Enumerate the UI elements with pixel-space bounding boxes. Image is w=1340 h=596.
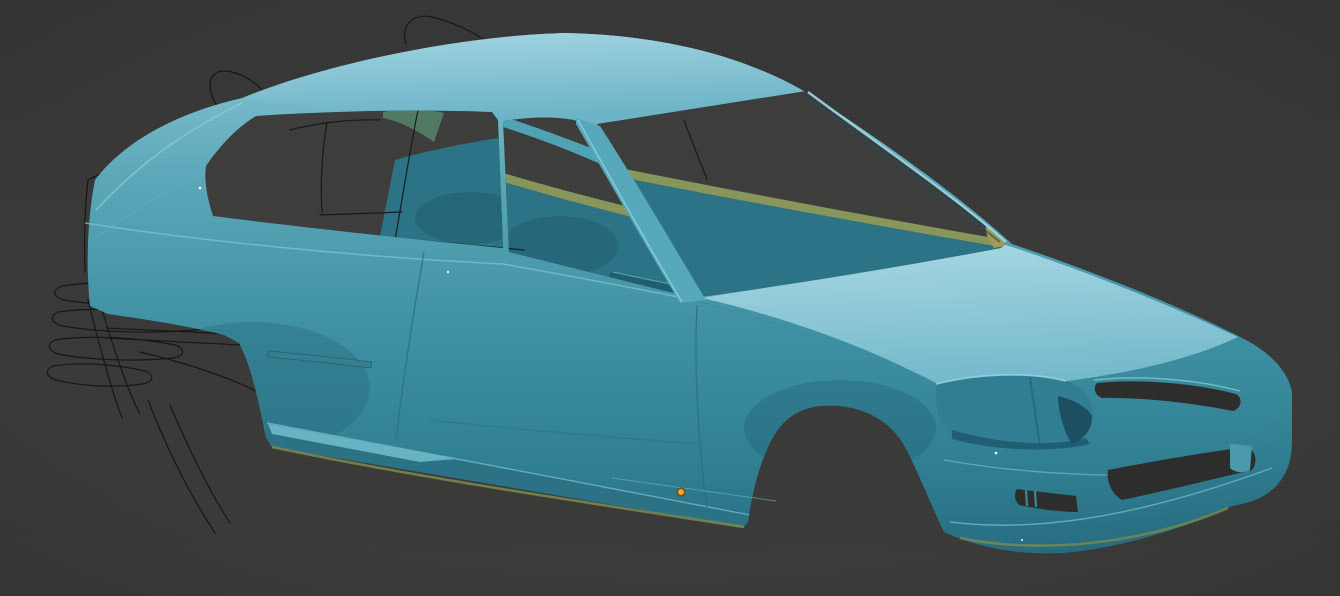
viewport-vignette — [0, 0, 1340, 596]
viewport-3d[interactable] — [0, 0, 1340, 596]
viewport-canvas[interactable] — [0, 0, 1340, 596]
